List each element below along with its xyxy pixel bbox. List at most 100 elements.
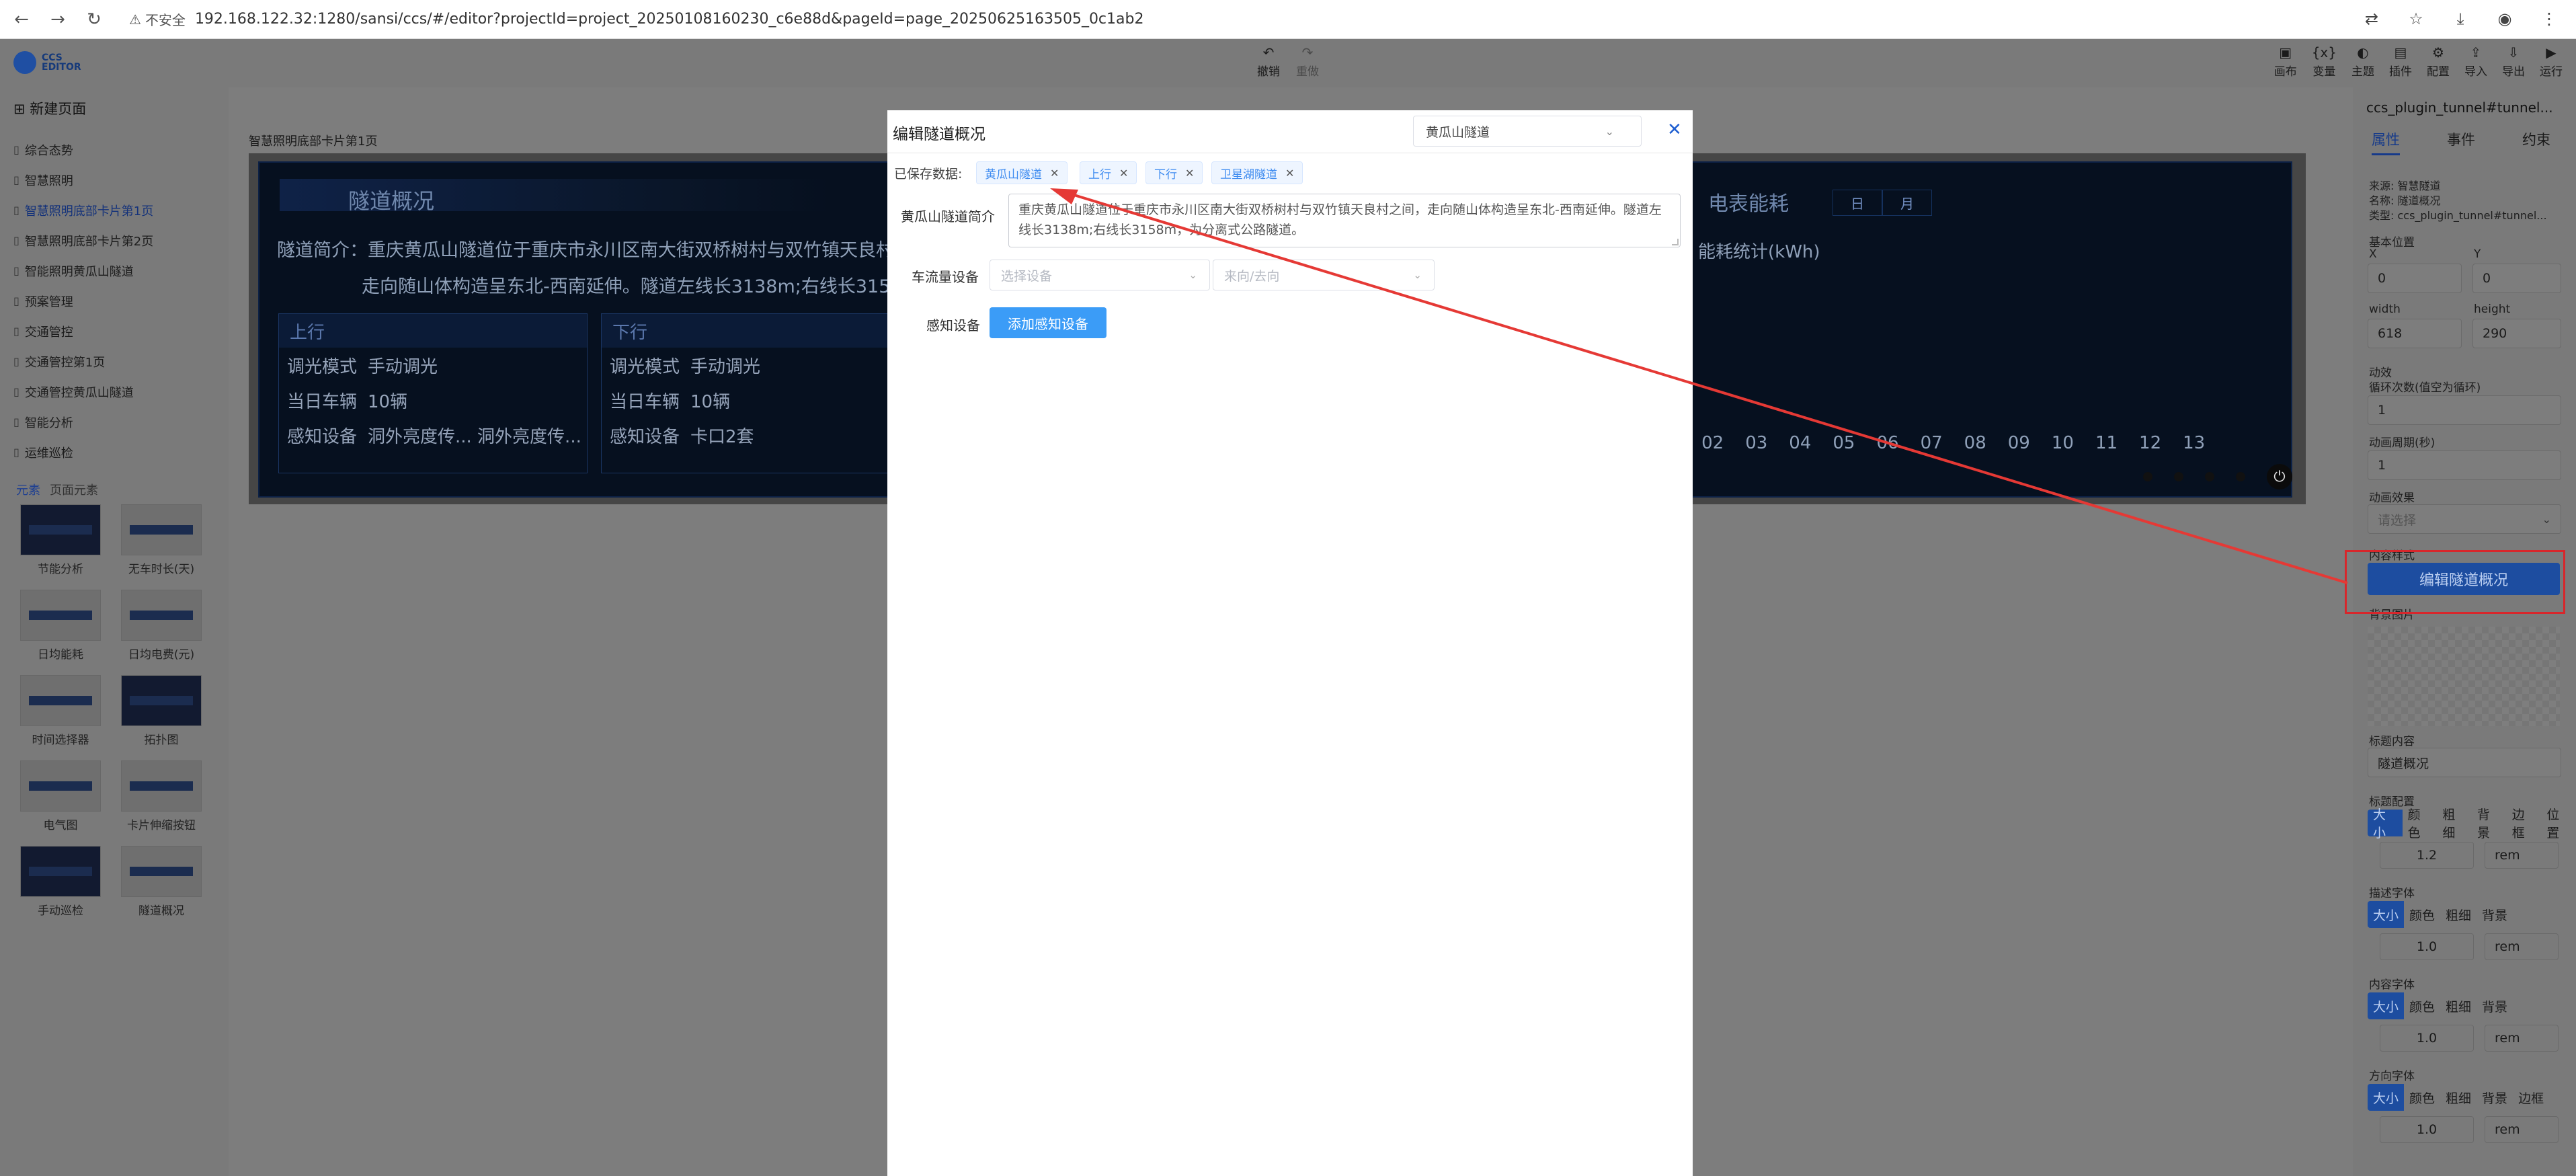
chip-color[interactable]: 颜色 [2403,808,2438,840]
chip-color[interactable]: 颜色 [2404,1084,2440,1111]
tunnel-select[interactable]: 黄瓜山隧道 ⌄ [1413,116,1642,147]
dot-icon[interactable] [2205,472,2214,481]
chip-color[interactable]: 颜色 [2404,901,2440,928]
saved-tag[interactable]: 黄瓜山隧道 ✕ [976,161,1068,184]
saved-tag[interactable]: 上行 ✕ [1080,161,1137,184]
page-item[interactable]: ▯ 智能照明黄瓜山隧道 [0,256,225,286]
chip-size[interactable]: 大小 [2368,901,2405,928]
dot-icon[interactable] [2174,472,2183,481]
chip-background[interactable]: 背景 [2477,901,2513,928]
width-input[interactable]: 618 [2368,319,2462,348]
import-button[interactable]: ⇪ 导入 [2464,44,2487,79]
period-input[interactable]: 1 [2368,450,2561,480]
canvas-button[interactable]: ▣ 画布 [2274,44,2297,79]
page-item[interactable]: ▯ 综合态势 [0,134,225,165]
add-sense-device-button[interactable]: 添加感知设备 [990,307,1106,338]
title-unit-select[interactable]: rem [2485,842,2559,869]
component-item[interactable]: 日均电费(元) [114,590,208,662]
dir-unit-select[interactable]: rem [2485,1116,2559,1143]
device-select[interactable]: 选择设备 ⌄ [990,260,1210,290]
saved-tag[interactable]: 下行 ✕ [1145,161,1203,184]
chip-weight[interactable]: 粗细 [2437,808,2472,840]
x-input[interactable]: 0 [2368,264,2462,293]
close-icon[interactable]: ✕ [1667,120,1682,140]
desc-size-stepper[interactable]: 1.0 [2380,933,2474,960]
chip-size[interactable]: 大小 [2368,992,2405,1019]
tab-elements[interactable]: 元素 [16,481,40,498]
content-unit-select[interactable]: rem [2485,1025,2559,1052]
chip-position[interactable]: 位置 [2541,808,2576,840]
chip-weight[interactable]: 粗细 [2440,901,2477,928]
page-item[interactable]: ▯ 预案管理 [0,286,225,316]
tab-events[interactable]: 事件 [2447,129,2475,155]
component-item[interactable]: 拓扑图 [114,675,208,747]
close-icon[interactable]: ✕ [1285,167,1294,180]
undo-button[interactable]: ↶ 撤销 [1257,44,1280,79]
export-button[interactable]: ⇩ 导出 [2502,44,2525,79]
component-item[interactable]: 日均能耗 [13,590,108,662]
page-item[interactable]: ▯ 交通管控黄瓜山隧道 [0,377,225,407]
run-button[interactable]: ▶ 运行 [2540,44,2563,79]
page-item[interactable]: ▯ 智慧照明 [0,165,225,195]
chip-background[interactable]: 背景 [2472,808,2507,840]
redo-button[interactable]: ↷ 重做 [1296,44,1319,79]
chip-weight[interactable]: 粗细 [2440,1084,2477,1111]
chip-size[interactable]: 大小 [2368,808,2403,840]
title-content-input[interactable]: 隧道概况 [2368,748,2561,777]
theme-button[interactable]: ◐ 主题 [2351,44,2374,79]
star-icon[interactable]: ☆ [2403,4,2429,34]
content-size-stepper[interactable]: 1.0 [2380,1025,2474,1052]
tab-properties[interactable]: 属性 [2372,129,2400,155]
component-item[interactable]: 卡片伸缩按钮 [114,760,208,832]
dot-icon[interactable] [2143,472,2152,481]
menu-icon[interactable]: ⋮ [2536,4,2563,34]
download-icon[interactable]: ⤓ [2447,4,2474,34]
page-item[interactable]: ▯ 交通管控 [0,316,225,346]
reload-icon[interactable]: ↻ [79,5,109,34]
effect-select[interactable]: 请选择 ⌄ [2368,504,2561,534]
variable-button[interactable]: {x} 变量 [2312,44,2337,79]
loop-input[interactable]: 1 [2368,395,2561,425]
component-item[interactable]: 无车时长(天) [114,504,208,576]
direction-select[interactable]: 来向/去向 ⌄ [1213,260,1435,290]
intro-textarea[interactable]: 重庆黄瓜山隧道位于重庆市永川区南大街双桥树村与双竹镇天良村之间，走向随山体构造呈… [1008,194,1681,247]
translate-icon[interactable]: ⇄ [2358,4,2385,34]
y-input[interactable]: 0 [2472,264,2561,293]
back-icon[interactable]: ← [7,5,36,34]
page-item[interactable]: ▯ 智慧照明底部卡片第2页 [0,225,225,256]
page-item-active[interactable]: ▯ 智慧照明底部卡片第1页 [0,195,225,225]
power-icon[interactable]: ⏻ [2267,464,2292,489]
component-item[interactable]: 电气图 [13,760,108,832]
config-button[interactable]: ⚙ 配置 [2427,44,2450,79]
component-item[interactable]: 隧道概况 [114,846,208,918]
page-item[interactable]: ▯ 运维巡检 [0,437,225,467]
height-input[interactable]: 290 [2472,319,2561,348]
close-icon[interactable]: ✕ [1185,167,1194,180]
bg-image-upload[interactable] [2368,627,2560,726]
dir-size-stepper[interactable]: 1.0 [2380,1116,2474,1143]
tab-constraints[interactable]: 约束 [2522,129,2550,155]
insecure-badge[interactable]: ⚠ 不安全 [129,9,186,29]
tab-month[interactable]: 月 [1882,190,1932,216]
chip-size[interactable]: 大小 [2368,1084,2405,1111]
page-item[interactable]: ▯ 交通管控第1页 [0,346,225,377]
desc-unit-select[interactable]: rem [2485,933,2559,960]
tab-day[interactable]: 日 [1833,190,1882,216]
saved-tag[interactable]: 卫星湖隧道 ✕ [1211,161,1303,184]
dot-icon[interactable] [2236,472,2245,481]
title-size-stepper[interactable]: 1.2 [2380,842,2474,869]
close-icon[interactable]: ✕ [1119,167,1128,180]
new-page-button[interactable]: ⊞ 新建页面 [13,98,86,118]
forward-icon[interactable]: → [43,5,73,34]
component-item[interactable]: 节能分析 [13,504,108,576]
tab-page-elements[interactable]: 页面元素 [50,481,98,498]
chip-weight[interactable]: 粗细 [2440,992,2477,1019]
chip-border[interactable]: 边框 [2513,1084,2549,1111]
close-icon[interactable]: ✕ [1050,167,1059,180]
page-item[interactable]: ▯ 智能分析 [0,407,225,437]
chip-color[interactable]: 颜色 [2404,992,2440,1019]
component-item[interactable]: 时间选择器 [13,675,108,747]
chip-background[interactable]: 背景 [2477,992,2513,1019]
component-item[interactable]: 手动巡检 [13,846,108,918]
chip-border[interactable]: 边框 [2507,808,2542,840]
